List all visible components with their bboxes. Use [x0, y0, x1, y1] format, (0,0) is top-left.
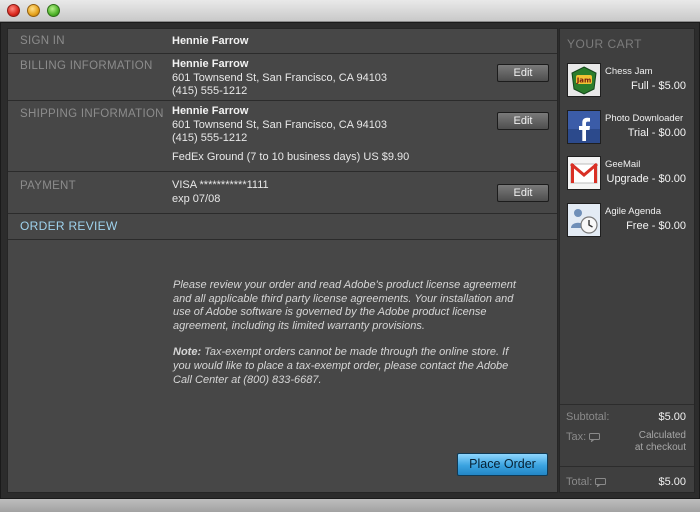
subtotal-label: Subtotal:: [566, 411, 610, 423]
billing-address: 601 Townsend St, San Francisco, CA 94103: [172, 71, 388, 84]
payment-label: PAYMENT: [20, 180, 76, 192]
note-text: Tax-exempt orders cannot be made through…: [173, 346, 509, 386]
billing-edit-button[interactable]: Edit: [497, 64, 549, 82]
payment-expiry: exp 07/08: [172, 192, 221, 205]
cart-item[interactable]: Agile Agenda Free - $0.00: [560, 203, 694, 249]
tax-value: Calculated at checkout: [635, 430, 686, 454]
shipping-name: Hennie Farrow: [172, 105, 249, 117]
zoom-window-button[interactable]: [47, 4, 60, 17]
shipping-address: 601 Townsend St, San Francisco, CA 94103: [172, 118, 388, 131]
agenda-icon: [567, 203, 601, 237]
billing-details: Hennie Farrow 601 Townsend St, San Franc…: [172, 58, 387, 99]
payment-card: VISA ***********1111: [172, 179, 269, 191]
cart-item-name: Chess Jam: [605, 66, 653, 77]
payment-details: VISA ***********1111 exp 07/08: [172, 179, 269, 206]
tax-exempt-note: Note: Tax-exempt orders cannot be made t…: [173, 346, 518, 387]
order-review-header: ORDER REVIEW: [8, 214, 557, 240]
cart-item[interactable]: GeeMail Upgrade - $0.00: [560, 156, 694, 202]
tax-value-line1: Calculated: [638, 430, 686, 441]
cart-item-name: Agile Agenda: [605, 206, 661, 217]
window-bottom-bar: [0, 499, 700, 512]
facebook-icon: [567, 110, 601, 144]
tax-label-wrap: Tax:: [566, 431, 601, 443]
payment-section: PAYMENT VISA ***********1111 exp 07/08 E…: [8, 172, 557, 214]
cart-item[interactable]: Photo Downloader Trial - $0.00: [560, 110, 694, 156]
close-window-button[interactable]: [7, 4, 20, 17]
order-review-label: ORDER REVIEW: [20, 219, 118, 233]
shipping-details: Hennie Farrow 601 Townsend St, San Franc…: [172, 105, 387, 146]
payment-edit-button[interactable]: Edit: [497, 184, 549, 202]
cart-panel: YOUR CART Jam Chess Jam Full - $5.00 Pho…: [559, 28, 695, 493]
gmail-icon: [567, 156, 601, 190]
sign-in-label: SIGN IN: [20, 35, 65, 47]
checkout-panel: SIGN IN Hennie Farrow BILLING INFORMATIO…: [7, 28, 558, 493]
cart-title: YOUR CART: [567, 37, 642, 51]
total-value: $5.00: [658, 476, 686, 488]
subtotal-value: $5.00: [658, 411, 686, 423]
cart-item-price: Full - $5.00: [630, 80, 686, 92]
window-content: SIGN IN Hennie Farrow BILLING INFORMATIO…: [0, 22, 700, 499]
order-review-text: Please review your order and read Adobe'…: [173, 279, 518, 400]
cart-item-price: Trial - $0.00: [627, 127, 686, 139]
billing-section: BILLING INFORMATION Hennie Farrow 601 To…: [8, 54, 557, 101]
minimize-window-button[interactable]: [27, 4, 40, 17]
cart-item-name: GeeMail: [605, 159, 641, 170]
place-order-button[interactable]: Place Order: [457, 453, 548, 476]
subtotal-row: Subtotal: $5.00: [560, 404, 694, 426]
shipping-phone: (415) 555-1212: [172, 132, 248, 144]
chess-jam-icon: Jam: [567, 63, 601, 97]
billing-label: BILLING INFORMATION: [20, 60, 153, 72]
svg-text:Jam: Jam: [576, 77, 592, 85]
license-paragraph: Please review your order and read Adobe'…: [173, 279, 516, 332]
tax-row: Tax: Calculated at checkout: [560, 426, 694, 466]
tax-value-line2: at checkout: [634, 442, 686, 453]
shipping-method: FedEx Ground (7 to 10 business days) US …: [172, 151, 410, 163]
total-label: Total:: [566, 476, 593, 488]
sign-in-section: SIGN IN Hennie Farrow: [8, 29, 557, 54]
cart-item-name: Photo Downloader: [605, 113, 684, 124]
tax-label: Tax:: [566, 431, 587, 443]
billing-phone: (415) 555-1212: [172, 85, 248, 97]
sign-in-name: Hennie Farrow: [172, 35, 249, 47]
cart-item[interactable]: Jam Chess Jam Full - $5.00: [560, 63, 694, 109]
note-label: Note:: [173, 346, 202, 359]
comment-icon[interactable]: [589, 432, 601, 442]
total-label-wrap: Total:: [566, 476, 607, 488]
comment-icon[interactable]: [595, 477, 607, 487]
total-row: Total: $5.00: [560, 466, 694, 492]
billing-name: Hennie Farrow: [172, 58, 249, 70]
cart-item-price: Free - $0.00: [626, 220, 686, 232]
cart-item-price: Upgrade - $0.00: [606, 173, 687, 185]
shipping-label: SHIPPING INFORMATION: [20, 108, 164, 120]
shipping-section: SHIPPING INFORMATION Hennie Farrow 601 T…: [8, 101, 557, 172]
shipping-edit-button[interactable]: Edit: [497, 112, 549, 130]
title-bar: [0, 0, 700, 22]
